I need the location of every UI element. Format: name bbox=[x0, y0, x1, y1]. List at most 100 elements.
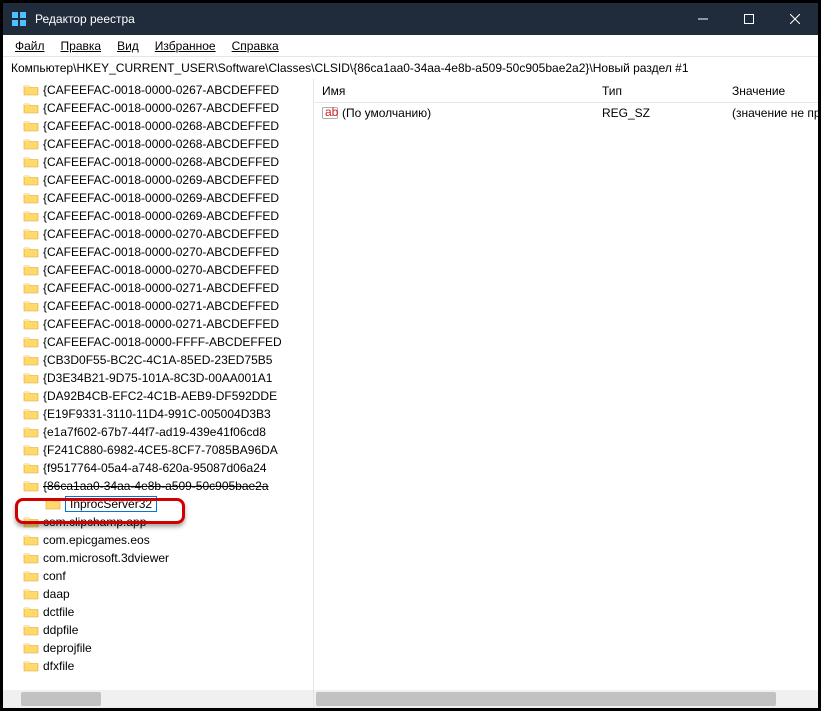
values-horizontal-scrollbar[interactable] bbox=[314, 690, 818, 708]
address-bar[interactable]: Компьютер\HKEY_CURRENT_USER\Software\Cla… bbox=[3, 57, 818, 79]
tree-item-editing[interactable]: InprocServer32 bbox=[5, 495, 313, 513]
menu-view[interactable]: Вид bbox=[109, 37, 147, 55]
folder-icon bbox=[23, 119, 39, 133]
maximize-button[interactable] bbox=[726, 3, 772, 35]
tree-item[interactable]: {F241C880-6982-4CE5-8CF7-7085BA96DA bbox=[5, 441, 313, 459]
tree-item[interactable]: {DA92B4CB-EFC2-4C1B-AEB9-DF592DDE bbox=[5, 387, 313, 405]
menu-favorites[interactable]: Избранное bbox=[147, 37, 224, 55]
tree-item[interactable]: {f9517764-05a4-a748-620a-95087d06a24 bbox=[5, 459, 313, 477]
value-type: REG_SZ bbox=[602, 106, 650, 120]
tree-item[interactable]: conf bbox=[5, 567, 313, 585]
folder-icon bbox=[23, 479, 39, 493]
folder-icon bbox=[23, 245, 39, 259]
tree-item[interactable]: {CB3D0F55-BC2C-4C1A-85ED-23ED75B5 bbox=[5, 351, 313, 369]
tree-item-label: {CAFEEFAC-0018-0000-0270-ABCDEFFED bbox=[43, 263, 279, 277]
folder-icon bbox=[23, 443, 39, 457]
tree-item[interactable]: {CAFEEFAC-0018-0000-0269-ABCDEFFED bbox=[5, 171, 313, 189]
menu-file[interactable]: Файл bbox=[7, 37, 53, 55]
tree-item-label: {CAFEEFAC-0018-0000-0267-ABCDEFFED bbox=[43, 83, 279, 97]
tree-item-label: {E19F9331-3110-11D4-991C-005004D3B3 bbox=[43, 407, 271, 421]
tree-item-label: dfxfile bbox=[43, 659, 74, 673]
folder-icon bbox=[23, 353, 39, 367]
tree-item[interactable]: com.epicgames.eos bbox=[5, 531, 313, 549]
tree-item[interactable]: dfxfile bbox=[5, 657, 313, 675]
tree-item[interactable]: {86ca1aa0-34aa-4e8b-a509-50c905bae2a bbox=[5, 477, 313, 495]
tree-item-label: {CAFEEFAC-0018-0000-0268-ABCDEFFED bbox=[43, 137, 279, 151]
tree-item-label: com.epicgames.eos bbox=[43, 533, 150, 547]
values-body[interactable]: ab(По умолчанию)REG_SZ(значение не присв… bbox=[314, 103, 818, 690]
scrollbar-thumb[interactable] bbox=[316, 692, 776, 706]
tree-item[interactable]: {D3E34B21-9D75-101A-8C3D-00AA001A1 bbox=[5, 369, 313, 387]
folder-icon bbox=[23, 299, 39, 313]
folder-icon bbox=[23, 83, 39, 97]
tree-item[interactable]: {CAFEEFAC-0018-0000-0268-ABCDEFFED bbox=[5, 153, 313, 171]
tree-item-label: {e1a7f602-67b7-44f7-ad19-439e41f06cd8 bbox=[43, 425, 266, 439]
folder-icon bbox=[23, 659, 39, 673]
tree-item[interactable]: com.clipchamp.app bbox=[5, 513, 313, 531]
menu-bar: Файл Правка Вид Избранное Справка bbox=[3, 35, 818, 57]
folder-icon bbox=[23, 461, 39, 475]
tree-item-label: {F241C880-6982-4CE5-8CF7-7085BA96DA bbox=[43, 443, 278, 457]
tree-item[interactable]: {CAFEEFAC-0018-0000-0268-ABCDEFFED bbox=[5, 135, 313, 153]
tree-item[interactable]: {CAFEEFAC-0018-0000-0271-ABCDEFFED bbox=[5, 315, 313, 333]
tree-item-label: {86ca1aa0-34aa-4e8b-a509-50c905bae2a bbox=[43, 479, 269, 493]
tree-item-label: {CAFEEFAC-0018-0000-0271-ABCDEFFED bbox=[43, 299, 279, 313]
tree-item-label: {CAFEEFAC-0018-0000-0268-ABCDEFFED bbox=[43, 155, 279, 169]
tree-item-label: daap bbox=[43, 587, 70, 601]
folder-icon bbox=[23, 173, 39, 187]
folder-icon bbox=[23, 623, 39, 637]
value-row[interactable]: ab(По умолчанию)REG_SZ(значение не присв… bbox=[314, 103, 818, 123]
tree-item[interactable]: {CAFEEFAC-0018-0000-0270-ABCDEFFED bbox=[5, 243, 313, 261]
tree-item[interactable]: {CAFEEFAC-0018-0000-FFFF-ABCDEFFED bbox=[5, 333, 313, 351]
tree-item[interactable]: {CAFEEFAC-0018-0000-0271-ABCDEFFED bbox=[5, 297, 313, 315]
folder-icon bbox=[23, 101, 39, 115]
tree-item[interactable]: {CAFEEFAC-0018-0000-0269-ABCDEFFED bbox=[5, 189, 313, 207]
folder-icon bbox=[23, 515, 39, 529]
tree-item[interactable]: {CAFEEFAC-0018-0000-0270-ABCDEFFED bbox=[5, 261, 313, 279]
tree-horizontal-scrollbar[interactable] bbox=[3, 690, 313, 708]
tree-item[interactable]: {CAFEEFAC-0018-0000-0267-ABCDEFFED bbox=[5, 99, 313, 117]
tree-item-label: {D3E34B21-9D75-101A-8C3D-00AA001A1 bbox=[43, 371, 272, 385]
tree-item-label: {DA92B4CB-EFC2-4C1B-AEB9-DF592DDE bbox=[43, 389, 277, 403]
folder-icon bbox=[23, 263, 39, 277]
tree-item-label: {CB3D0F55-BC2C-4C1A-85ED-23ED75B5 bbox=[43, 353, 272, 367]
tree-item[interactable]: {e1a7f602-67b7-44f7-ad19-439e41f06cd8 bbox=[5, 423, 313, 441]
folder-icon bbox=[23, 371, 39, 385]
tree-item[interactable]: com.microsoft.3dviewer bbox=[5, 549, 313, 567]
tree-item-label: {CAFEEFAC-0018-0000-0269-ABCDEFFED bbox=[43, 173, 279, 187]
tree-item[interactable]: daap bbox=[5, 585, 313, 603]
column-header-type[interactable]: Тип bbox=[594, 80, 724, 102]
tree-item[interactable]: {E19F9331-3110-11D4-991C-005004D3B3 bbox=[5, 405, 313, 423]
folder-icon bbox=[23, 335, 39, 349]
minimize-button[interactable] bbox=[680, 3, 726, 35]
tree-item[interactable]: {CAFEEFAC-0018-0000-0269-ABCDEFFED bbox=[5, 207, 313, 225]
tree-item-label: {CAFEEFAC-0018-0000-0267-ABCDEFFED bbox=[43, 101, 279, 115]
tree-item[interactable]: ddpfile bbox=[5, 621, 313, 639]
folder-icon bbox=[23, 155, 39, 169]
tree-item[interactable]: {CAFEEFAC-0018-0000-0271-ABCDEFFED bbox=[5, 279, 313, 297]
value-data: (значение не присво bbox=[732, 106, 818, 120]
folder-icon bbox=[23, 641, 39, 655]
path-text: Компьютер\HKEY_CURRENT_USER\Software\Cla… bbox=[11, 61, 689, 75]
tree-item[interactable]: {CAFEEFAC-0018-0000-0270-ABCDEFFED bbox=[5, 225, 313, 243]
rename-input[interactable]: InprocServer32 bbox=[65, 496, 157, 512]
folder-icon bbox=[23, 209, 39, 223]
tree-list[interactable]: {CAFEEFAC-0018-0000-0267-ABCDEFFED {CAFEE… bbox=[3, 79, 313, 690]
tree-item[interactable]: {CAFEEFAC-0018-0000-0267-ABCDEFFED bbox=[5, 81, 313, 99]
string-value-icon: ab bbox=[322, 106, 338, 120]
folder-icon bbox=[23, 281, 39, 295]
folder-icon bbox=[23, 551, 39, 565]
menu-edit[interactable]: Правка bbox=[53, 37, 110, 55]
tree-item-label: {f9517764-05a4-a748-620a-95087d06a24 bbox=[43, 461, 267, 475]
column-header-name[interactable]: Имя bbox=[314, 80, 594, 102]
tree-item[interactable]: deprojfile bbox=[5, 639, 313, 657]
scrollbar-thumb[interactable] bbox=[21, 692, 101, 706]
menu-help[interactable]: Справка bbox=[224, 37, 287, 55]
column-header-value[interactable]: Значение bbox=[724, 80, 818, 102]
folder-icon bbox=[23, 587, 39, 601]
tree-item[interactable]: dctfile bbox=[5, 603, 313, 621]
tree-item[interactable]: {CAFEEFAC-0018-0000-0268-ABCDEFFED bbox=[5, 117, 313, 135]
tree-item-label: {CAFEEFAC-0018-0000-0270-ABCDEFFED bbox=[43, 227, 279, 241]
close-button[interactable] bbox=[772, 3, 818, 35]
tree-item-label: {CAFEEFAC-0018-0000-0268-ABCDEFFED bbox=[43, 119, 279, 133]
